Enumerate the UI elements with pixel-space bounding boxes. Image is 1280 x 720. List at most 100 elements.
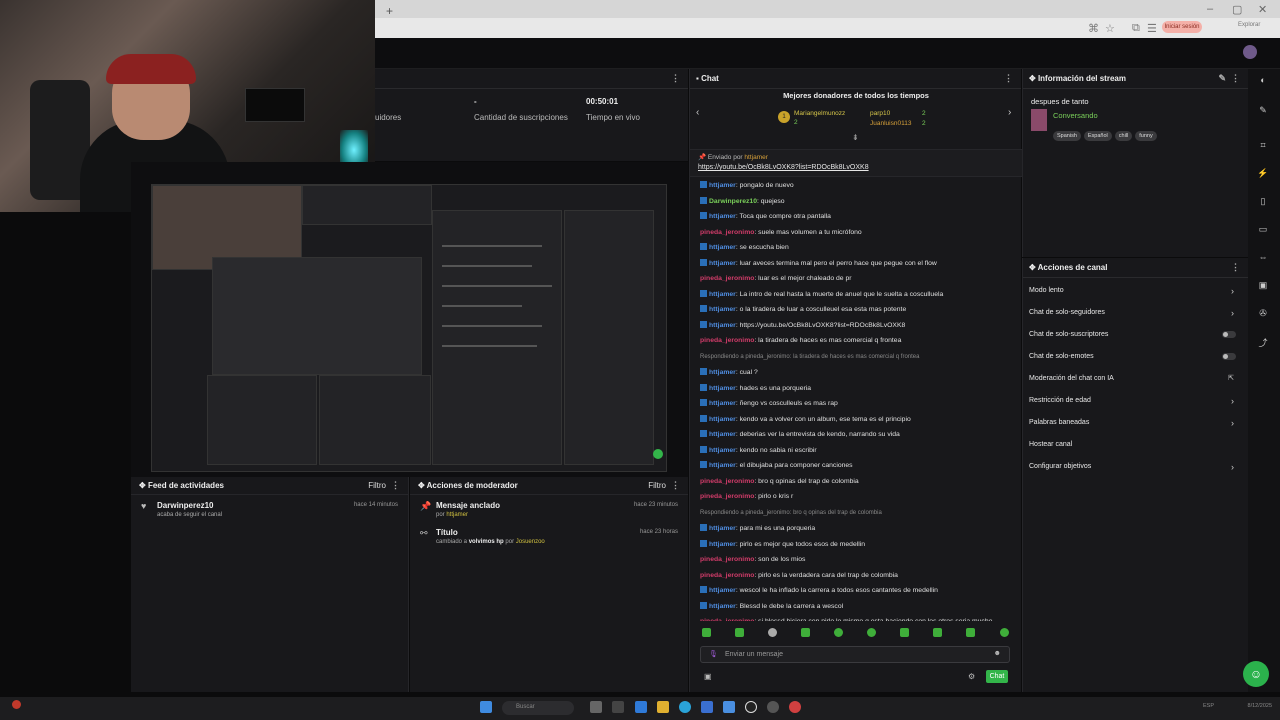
emote-icon[interactable] [702, 628, 711, 637]
gear-icon[interactable]: ⚙ [968, 672, 975, 681]
emote-icon[interactable] [834, 628, 843, 637]
clip-icon[interactable]: ▯ [1257, 196, 1269, 208]
tag[interactable]: funny [1135, 131, 1157, 141]
avatar[interactable] [1243, 45, 1257, 59]
favorites-icon[interactable]: ☰ [1147, 22, 1157, 35]
terminal-icon[interactable] [612, 701, 624, 713]
channel-action-item[interactable]: Moderación del chat con IA ⇱ [1023, 368, 1248, 390]
extensions-icon[interactable]: ⧉ [1132, 22, 1140, 35]
crop-icon[interactable]: ⌗ [1257, 140, 1269, 152]
chat-username[interactable]: httjamer [709, 541, 736, 548]
emote-icon[interactable] [900, 628, 909, 637]
store-icon[interactable] [701, 701, 713, 713]
pencil-icon[interactable]: ✎ [1257, 105, 1269, 117]
chat-username[interactable]: httjamer [709, 603, 736, 610]
chat-username[interactable]: httjamer [709, 587, 736, 594]
new-tab-button[interactable]: + [386, 4, 393, 18]
channel-action-item[interactable]: Chat de solo-seguidores › [1023, 302, 1248, 324]
mic-icon[interactable]: 🎙 [709, 650, 718, 658]
tag[interactable]: chill [1114, 131, 1133, 141]
channel-action-item[interactable]: Restricción de edad › [1023, 390, 1248, 412]
dock-icon[interactable]: ◐ [1257, 75, 1269, 87]
chat-username[interactable]: httjamer [709, 213, 736, 220]
obs-icon[interactable] [767, 701, 779, 713]
split-icon[interactable]: ⇔ [1257, 252, 1269, 264]
channel-action-item[interactable]: Configurar objetivos › [1023, 456, 1248, 478]
emote-icon[interactable] [768, 628, 777, 637]
folder-icon[interactable] [657, 701, 669, 713]
channel-action-item[interactable]: Chat de solo-suscriptores [1023, 324, 1248, 346]
chat-username[interactable]: httjamer [709, 182, 736, 189]
chat-username[interactable]: httjamer [709, 416, 736, 423]
chat-username[interactable]: pineda_jeronimo [700, 337, 754, 344]
tray-lang[interactable]: ESP [1180, 703, 1214, 709]
channel-action-item[interactable]: Chat de solo-emotes [1023, 346, 1248, 368]
maximize-icon[interactable]: ▢ [1232, 3, 1242, 16]
emoji-icon[interactable]: ☻ [994, 650, 1001, 657]
profile-name[interactable]: Explorar [1238, 22, 1260, 28]
chat-username[interactable]: httjamer [709, 322, 736, 329]
chat-username[interactable]: httjamer [709, 369, 736, 376]
chat-username[interactable]: httjamer [709, 462, 736, 469]
chevron-left-icon[interactable]: ‹ [696, 107, 699, 118]
chat-username[interactable]: pineda_jeronimo [700, 229, 754, 236]
chat-username[interactable]: httjamer [709, 306, 736, 313]
chat-username[interactable]: httjamer [709, 260, 736, 267]
chat-username[interactable]: httjamer [709, 447, 736, 454]
toggle-switch[interactable] [1222, 331, 1236, 338]
emote-icon[interactable] [801, 628, 810, 637]
share-icon[interactable]: ⤴ [1257, 336, 1269, 348]
browser-icon[interactable] [679, 701, 691, 713]
message-icon[interactable]: ▭ [1257, 224, 1269, 236]
chat-input[interactable]: 🎙 Enviar un mensaje ☻ [700, 646, 1010, 663]
signin-pill[interactable]: Iniciar sesión [1162, 21, 1202, 33]
chevron-right-icon[interactable]: › [1008, 107, 1011, 118]
minimize-icon[interactable]: – [1207, 3, 1213, 15]
pinned-user[interactable]: httjamer [744, 154, 767, 161]
send-chat-button[interactable]: Chat [986, 670, 1008, 683]
support-fab[interactable]: ☺ [1243, 661, 1269, 687]
weather-icon[interactable] [12, 700, 21, 709]
taskbar-search[interactable]: Buscar [502, 701, 574, 715]
channel-action-item[interactable]: Modo lento › [1023, 280, 1248, 302]
category-thumbnail[interactable] [1031, 109, 1047, 131]
edit-icon[interactable]: ✎ [1218, 73, 1226, 84]
chat-more-icon[interactable]: ⋮ [1004, 73, 1013, 84]
channel-action-item[interactable]: Hostear canal [1023, 434, 1248, 456]
tray-date[interactable]: 8/12/2025 [1218, 703, 1272, 709]
chat-username[interactable]: httjamer [709, 525, 736, 532]
emote-icon[interactable] [1000, 628, 1009, 637]
wrench-icon[interactable]: ✇ [1257, 308, 1269, 320]
star-icon[interactable]: ☆ [1105, 22, 1115, 35]
translate-icon[interactable]: ⌘ [1088, 22, 1099, 35]
chat-username[interactable]: pineda_jeronimo [700, 275, 754, 282]
chat-username[interactable]: httjamer [709, 400, 736, 407]
close-icon[interactable]: ✕ [1258, 3, 1267, 16]
chat-username[interactable]: httjamer [709, 431, 736, 438]
feed-more-icon[interactable]: ⋮ [391, 480, 400, 491]
feed-filter-button[interactable]: Filtro [368, 481, 386, 490]
emote-icon[interactable] [933, 628, 942, 637]
badge-icon[interactable]: ▣ [1257, 280, 1269, 292]
chat-username[interactable]: pineda_jeronimo [700, 618, 754, 621]
donor-name[interactable]: Mariangelmunozz [794, 110, 845, 117]
pinned-link[interactable]: https://youtu.be/OcBk8LvOXK8?list=RDOcBk… [698, 164, 1014, 171]
chat-username[interactable]: httjamer [709, 244, 736, 251]
donor-name[interactable]: Juanluisn0113 [870, 120, 911, 127]
windows-start-icon[interactable] [480, 701, 492, 713]
vscode-icon[interactable] [723, 701, 735, 713]
chat-username[interactable]: pineda_jeronimo [700, 572, 754, 579]
emote-icon[interactable] [966, 628, 975, 637]
emote-icon[interactable] [867, 628, 876, 637]
category-name[interactable]: Conversando [1053, 111, 1098, 120]
toggle-switch[interactable] [1222, 353, 1236, 360]
channel-action-item[interactable]: Palabras baneadas › [1023, 412, 1248, 434]
tag[interactable]: Español [1083, 131, 1112, 141]
chat-username[interactable]: pineda_jeronimo [700, 478, 754, 485]
mod-filter-button[interactable]: Filtro [648, 481, 666, 490]
chat-username[interactable]: httjamer [709, 385, 736, 392]
bolt-icon[interactable]: ⚡ [1257, 168, 1269, 180]
chanactions-more-icon[interactable]: ⋮ [1231, 262, 1240, 273]
gift-icon[interactable]: ▣ [704, 672, 712, 681]
edge-icon[interactable] [635, 701, 647, 713]
